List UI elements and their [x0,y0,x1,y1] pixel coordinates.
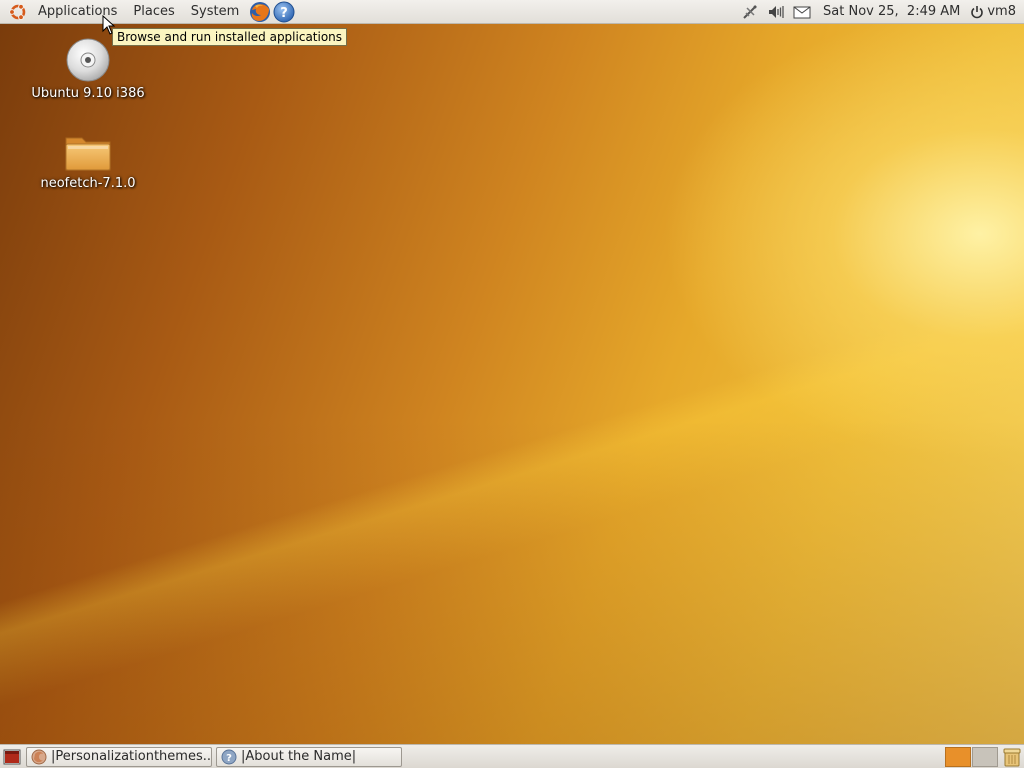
ubuntu-logo-icon[interactable] [8,2,28,22]
system-tray: Sat Nov 25, 2:49 AM vm8 [737,0,1024,24]
cd-disc-icon [66,38,110,82]
power-icon [971,5,984,18]
taskbar-button-about-the-name[interactable]: ? |About the Name| [216,746,402,767]
workspace-switcher [944,746,998,767]
taskbar-button-label: |About the Name| [241,749,357,764]
user-session-menu[interactable]: vm8 [968,4,1024,19]
desktop-icon-ubuntu-cd[interactable]: Ubuntu 9.10 i386 [23,38,153,101]
folder-icon [65,137,111,171]
network-disconnected-icon[interactable] [740,2,760,22]
svg-text:?: ? [226,753,232,764]
desktop-icon-neofetch-folder[interactable]: neofetch-7.1.0 [23,132,153,191]
mouse-cursor-icon [102,15,116,35]
tooltip: Browse and run installed applications [112,28,348,46]
top-panel: Applications Places System ? Sat Nov 25,… [0,0,1024,24]
bottom-panel: |Personalizationthemes... ? |About the N… [0,744,1024,768]
menu-places[interactable]: Places [125,0,182,24]
mail-icon[interactable] [792,2,812,22]
workspace-2[interactable] [972,746,998,767]
firefox-launcher-icon[interactable] [249,1,271,23]
workspace-1[interactable] [945,746,971,767]
show-desktop-icon[interactable] [2,747,22,767]
trash-icon[interactable] [1001,746,1023,768]
desktop-wallpaper[interactable]: Ubuntu 9.10 i386 neofetch-7.1.0 [0,24,1024,744]
volume-icon[interactable] [766,2,786,22]
desktop-icon-label: Ubuntu 9.10 i386 [31,86,145,101]
help-launcher-icon[interactable]: ? [273,1,295,23]
taskbar-button-personalization[interactable]: |Personalizationthemes... [26,746,212,767]
user-name: vm8 [987,4,1016,19]
firefox-icon [31,749,47,764]
clock[interactable]: Sat Nov 25, 2:49 AM [815,0,968,24]
desktop-icon-label: neofetch-7.1.0 [40,176,136,191]
screen: Ubuntu 9.10 i386 neofetch-7.1.0 Applicat… [0,0,1024,768]
svg-text:?: ? [280,6,288,21]
help-icon: ? [221,749,237,764]
menu-system[interactable]: System [183,0,247,24]
taskbar-button-label: |Personalizationthemes... [51,749,212,764]
